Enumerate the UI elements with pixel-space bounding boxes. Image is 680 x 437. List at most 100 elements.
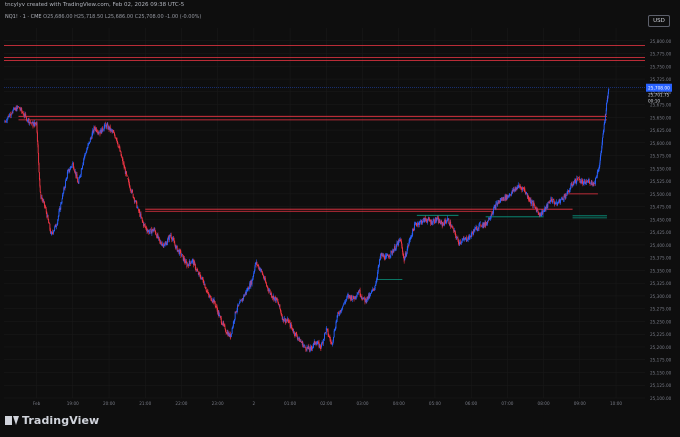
x-tick-label: 2 [253,401,256,406]
candle-body [102,130,104,131]
candle-body [167,239,169,243]
price-chart[interactable]: 25,800.00 25,775.00 25,750.00 25,725.00 25,7… [0,0,680,410]
candle-body [452,227,454,229]
candle-body [30,122,32,124]
y-tick-label: 25,450.00 [650,217,672,222]
candle-body [10,114,12,116]
candle-body [126,171,127,175]
candle-body [322,339,324,344]
candle-body [356,294,358,297]
candle-body [7,115,9,119]
candle-body [608,89,610,90]
candle-body [190,262,192,264]
y-tick-label: 25,100.00 [650,396,672,401]
candle-body [5,121,7,122]
candle-body [18,106,19,108]
candle-body [38,172,40,179]
candle-body [116,137,118,141]
tradingview-logo-icon [5,416,19,425]
candle-body [24,113,26,117]
candle-body [240,300,242,302]
candle-body [291,326,293,329]
candle-body [158,237,160,239]
y-tick-label: 25,525.00 [650,179,672,184]
footer [0,410,680,437]
y-tick-label: 25,125.00 [650,383,672,388]
candle-body [32,123,34,125]
candle-body [22,111,23,114]
x-tick-label: 22:00 [175,401,187,406]
y-tick-label: 25,775.00 [650,52,672,57]
candle-body [570,185,572,189]
candle-body [333,330,335,337]
candle-body [126,174,128,177]
y-tick-label: 25,300.00 [650,294,672,299]
candle-body [602,134,604,138]
y-tick-label: 25,500.00 [650,192,672,197]
y-tick-label: 25,475.00 [650,205,672,210]
y-tick-label: 25,650.00 [650,115,672,120]
x-tick-label: 23:00 [212,401,224,406]
candle-body [321,343,322,347]
candle-body [60,203,62,210]
brand-name: TradingView [22,414,100,427]
y-tick-label: 25,350.00 [650,268,672,273]
x-tick-label: 08:00 [538,401,550,406]
candle-body [140,213,142,217]
candle-body [448,218,450,224]
y-tick-label: 25,275.00 [650,307,672,312]
x-tick-label: 20:00 [103,401,115,406]
y-tick-label: 25,225.00 [650,332,672,337]
candle-body [8,115,10,117]
candle-body [224,325,226,327]
candle-body [71,164,73,167]
candle-body [413,223,415,231]
candle-body [17,106,19,108]
x-tick-label: 02:00 [320,401,332,406]
candle-body [36,132,38,141]
candle-body [22,113,24,116]
candle-body [174,243,176,245]
y-tick-label: 25,250.00 [650,319,672,324]
x-tick-label: 09:00 [574,401,586,406]
tradingview-brand: TradingView [5,414,99,427]
candle-body [14,107,16,110]
candle-body [238,303,240,304]
candle-body [433,219,435,223]
candle-body [363,297,365,300]
candle-body [89,142,91,143]
y-tick-label: 25,800.00 [650,39,672,44]
y-tick-label: 25,575.00 [650,154,672,159]
candle-body [572,185,574,186]
y-tick-label: 25,150.00 [650,370,672,375]
candle-body [99,132,101,135]
y-tick-label: 25,550.00 [650,166,672,171]
candle-body [503,197,505,200]
y-tick-label: 25,600.00 [650,141,672,146]
y-tick-label: 25,400.00 [650,243,672,248]
candle-body [189,260,191,263]
candle-body [270,293,272,297]
candle-body [374,287,376,288]
candle-body [16,106,18,111]
candle-body [117,143,119,147]
candle-body [603,124,605,130]
candle-body [30,121,32,123]
candle-body [80,169,82,175]
candle-body [214,302,216,307]
candle-body [78,178,80,184]
y-tick-label: 25,750.00 [650,64,672,69]
candle-body [531,201,532,204]
y-tick-label: 25,175.00 [650,358,672,363]
y-tick-label: 25,375.00 [650,256,672,261]
x-tick-label: 19:00 [67,401,79,406]
candle-body [19,108,21,110]
candle-body [28,118,30,124]
y-tick-label: 25,325.00 [650,281,672,286]
candle-body [547,202,549,208]
y-tick-label: 25,425.00 [650,230,672,235]
candle-body [25,113,27,117]
x-tick-label: 06:00 [465,401,477,406]
candle-body [69,169,71,172]
x-tick-label: 05:00 [429,401,441,406]
